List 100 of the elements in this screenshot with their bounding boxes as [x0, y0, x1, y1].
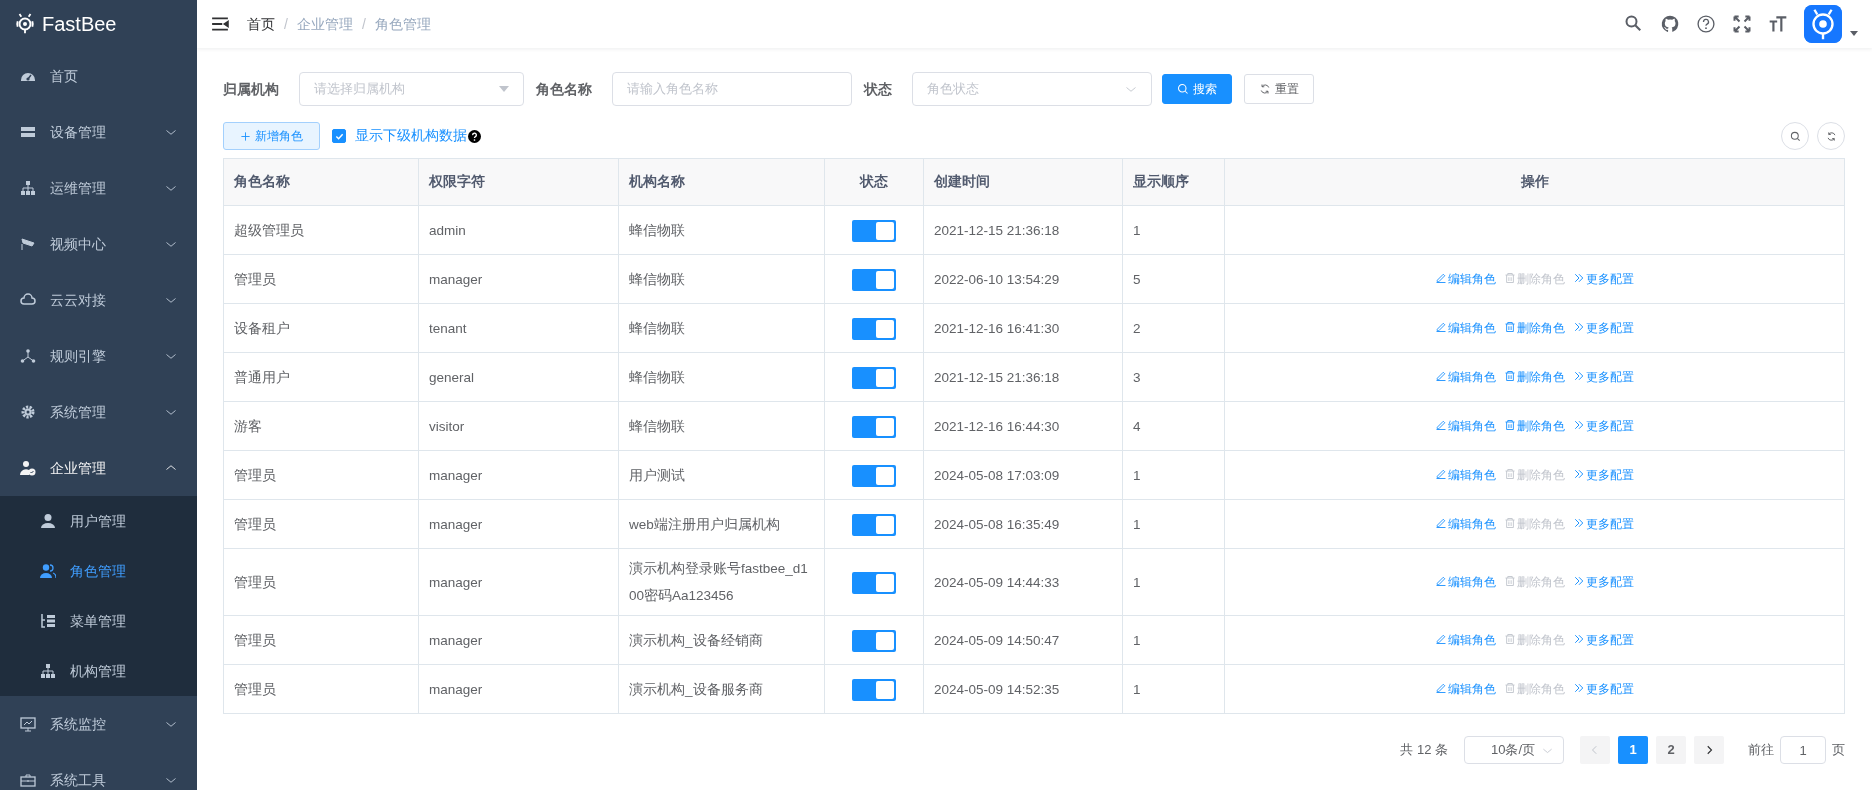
- edit-link[interactable]: 编辑角色: [1435, 468, 1496, 482]
- column-header: 机构名称: [618, 158, 825, 206]
- sidebar-item[interactable]: 视频中心: [0, 216, 197, 272]
- breadcrumb-separator: /: [284, 14, 288, 34]
- toggle-switch[interactable]: [852, 629, 896, 652]
- edit-link[interactable]: 编辑角色: [1435, 321, 1496, 335]
- avatar-icon[interactable]: [1804, 5, 1842, 43]
- edit-link[interactable]: 编辑角色: [1435, 370, 1496, 384]
- list-icon: [40, 613, 56, 629]
- sidebar-item[interactable]: 首页: [0, 48, 197, 104]
- more-link[interactable]: 更多配置: [1573, 419, 1634, 433]
- more-link[interactable]: 更多配置: [1573, 682, 1634, 696]
- page-size-select[interactable]: 10条/页: [1464, 736, 1564, 764]
- toggle-switch[interactable]: [852, 513, 896, 536]
- toggle-switch[interactable]: [852, 366, 896, 389]
- checkbox-label[interactable]: 显示下级机构数据: [355, 125, 467, 147]
- checkbox[interactable]: [332, 129, 346, 143]
- sidebar-item[interactable]: 规则引擎: [0, 328, 197, 384]
- refresh-button[interactable]: [1817, 122, 1845, 150]
- fullscreen-icon[interactable]: [1732, 14, 1752, 34]
- sidebar-subitem[interactable]: 菜单管理: [0, 596, 197, 646]
- search-button[interactable]: 搜索: [1162, 74, 1232, 104]
- more-link[interactable]: 更多配置: [1573, 633, 1634, 647]
- search-toggle-button[interactable]: [1781, 122, 1809, 150]
- sidebar-item[interactable]: 企业管理: [0, 440, 197, 496]
- sidebar-subitem[interactable]: 用户管理: [0, 496, 197, 546]
- field-label: 角色名称: [536, 79, 592, 99]
- table-cell: 蜂信物联: [618, 401, 825, 451]
- column-header: 显示顺序: [1122, 158, 1225, 206]
- question-icon: [468, 129, 481, 143]
- table-cell: manager: [418, 615, 619, 665]
- breadcrumb-item[interactable]: 企业管理: [296, 13, 353, 35]
- delete-link[interactable]: 删除角色: [1504, 321, 1565, 335]
- table-cell: 1: [1122, 499, 1225, 549]
- pencil-icon: [1435, 633, 1447, 645]
- edit-link[interactable]: 编辑角色: [1435, 682, 1496, 696]
- table-cell: 蜂信物联: [618, 254, 825, 304]
- toggle-switch[interactable]: [852, 415, 896, 438]
- edit-link[interactable]: 编辑角色: [1435, 272, 1496, 286]
- toggle-switch[interactable]: [852, 317, 896, 340]
- more-link[interactable]: 更多配置: [1573, 517, 1634, 531]
- toggle-switch[interactable]: [852, 678, 896, 701]
- goto-label: 前往: [1748, 741, 1774, 760]
- table-cell: 2021-12-15 21:36:18: [923, 205, 1123, 255]
- edit-link[interactable]: 编辑角色: [1435, 517, 1496, 531]
- menu-icon[interactable]: [211, 15, 229, 33]
- more-link[interactable]: 更多配置: [1573, 468, 1634, 482]
- add-button[interactable]: 新增角色: [223, 122, 320, 150]
- table-cell: 1: [1122, 450, 1225, 500]
- breadcrumb-item[interactable]: 首页: [247, 13, 275, 35]
- page-button[interactable]: 2: [1656, 736, 1686, 764]
- input-field[interactable]: 角色状态: [912, 72, 1152, 106]
- table-cell: 蜂信物联: [618, 352, 825, 402]
- caret-icon[interactable]: [1850, 30, 1858, 36]
- search-icon: [1177, 83, 1189, 95]
- sidebar-item[interactable]: 系统管理: [0, 384, 197, 440]
- toggle-switch[interactable]: [852, 464, 896, 487]
- table-cell: 1: [1122, 615, 1225, 665]
- pencil-icon: [1435, 468, 1447, 480]
- sidebar-item[interactable]: 运维管理: [0, 160, 197, 216]
- sidebar-item[interactable]: 系统监控: [0, 696, 197, 752]
- sidebar-item[interactable]: 云云对接: [0, 272, 197, 328]
- plus-icon: [240, 130, 251, 142]
- monitor-icon: [20, 716, 36, 732]
- table-cell: 管理员: [223, 254, 419, 304]
- more-link[interactable]: 更多配置: [1573, 575, 1634, 589]
- more-link[interactable]: 更多配置: [1573, 370, 1634, 384]
- trash-icon: [1504, 419, 1516, 431]
- breadcrumb-item: 角色管理: [374, 14, 431, 34]
- sidebar-subitem[interactable]: 机构管理: [0, 646, 197, 696]
- sidebar-item[interactable]: 系统工具: [0, 752, 197, 790]
- more-link[interactable]: 更多配置: [1573, 321, 1634, 335]
- page-number-field[interactable]: 1: [1780, 736, 1826, 764]
- edit-link[interactable]: 编辑角色: [1435, 575, 1496, 589]
- edit-link[interactable]: 编辑角色: [1435, 419, 1496, 433]
- toggle-switch[interactable]: [852, 571, 896, 594]
- reset-button[interactable]: 重置: [1244, 74, 1314, 104]
- hierarchy-icon: [40, 663, 56, 679]
- toggle-switch[interactable]: [852, 268, 896, 291]
- github-icon[interactable]: [1660, 14, 1680, 34]
- table-cell: 管理员: [223, 615, 419, 665]
- table-cell: 管理员: [223, 499, 419, 549]
- more-link[interactable]: 更多配置: [1573, 272, 1634, 286]
- delete-link[interactable]: 删除角色: [1504, 370, 1565, 384]
- table-cell: 演示机构_设备服务商: [618, 664, 825, 714]
- font-size-icon[interactable]: [1768, 14, 1788, 34]
- toggle-switch[interactable]: [852, 219, 896, 242]
- sidebar-subitem[interactable]: 角色管理: [0, 546, 197, 596]
- search-icon[interactable]: [1624, 14, 1644, 34]
- page-button[interactable]: 1: [1618, 736, 1648, 764]
- delete-link[interactable]: 删除角色: [1504, 419, 1565, 433]
- column-header: 权限字符: [418, 158, 619, 206]
- help-icon[interactable]: [1696, 14, 1716, 34]
- double-chevron-icon: [1573, 321, 1585, 333]
- edit-link[interactable]: 编辑角色: [1435, 633, 1496, 647]
- input-field[interactable]: 请输入角色名称: [612, 72, 852, 106]
- sidebar-item[interactable]: 设备管理: [0, 104, 197, 160]
- table-cell: 设备租户: [223, 303, 419, 353]
- camera-icon: [20, 236, 36, 252]
- table-cell: 2024-05-08 16:35:49: [923, 499, 1123, 549]
